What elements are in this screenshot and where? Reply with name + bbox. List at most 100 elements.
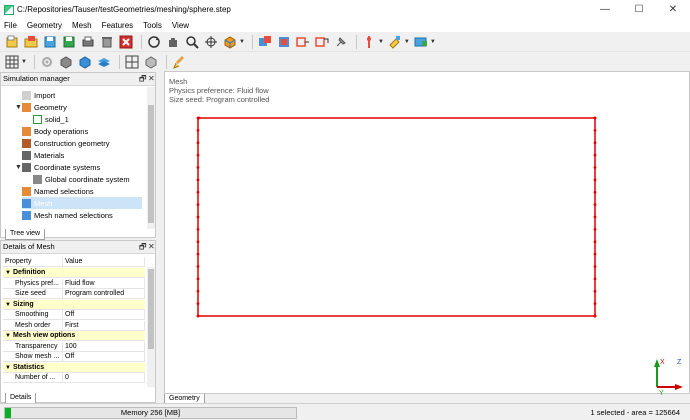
solid-blue-icon[interactable]	[77, 54, 93, 70]
save-icon[interactable]	[61, 34, 77, 50]
solid-icon	[33, 114, 42, 124]
screenshot-icon[interactable]	[413, 34, 429, 50]
property-name: Mesh order	[3, 320, 63, 331]
tree-item-mesh-named-selections[interactable]: Mesh named selections	[22, 209, 113, 221]
menu-features[interactable]: Features	[102, 21, 134, 30]
category-statistics[interactable]: ▼ Statistics	[3, 362, 145, 373]
fit-view-icon[interactable]	[203, 34, 219, 50]
collapse-arrow-icon[interactable]: ▼	[3, 300, 13, 309]
edge-point	[593, 141, 597, 145]
brush-icon[interactable]	[171, 54, 187, 70]
property-row[interactable]: Transparency 100	[3, 341, 145, 352]
select-arrow-icon[interactable]	[314, 34, 330, 50]
property-row[interactable]: Size seed Program controlled	[3, 289, 145, 299]
new-file-icon[interactable]	[4, 34, 20, 50]
grid-dropdown-arrow[interactable]: ▼	[21, 59, 27, 65]
open-file-icon[interactable]	[23, 34, 39, 50]
axis-triad: X Z Y	[654, 359, 683, 395]
tree-item-solid-1[interactable]: solid_1	[33, 113, 69, 125]
grid-icon[interactable]	[4, 54, 20, 70]
close-window-button[interactable]: ✕	[656, 0, 690, 19]
delete-icon[interactable]	[99, 34, 115, 50]
tab-tree-view[interactable]: Tree view	[5, 229, 46, 240]
edge-point	[593, 190, 597, 194]
property-value[interactable]: Off	[63, 310, 145, 320]
pin-icon[interactable]	[333, 34, 349, 50]
property-value[interactable]: 100	[63, 341, 145, 352]
toolbar-separator	[355, 34, 357, 49]
screenshot-dropdown-arrow[interactable]: ▼	[430, 39, 436, 45]
property-value[interactable]: Fluid flow	[63, 278, 145, 289]
property-row[interactable]: Number of ... 0	[3, 373, 145, 383]
layers-icon[interactable]	[96, 54, 112, 70]
minimize-button[interactable]: —	[588, 0, 622, 19]
collapse-arrow-icon[interactable]: ▼	[3, 268, 13, 277]
menu-tools[interactable]: Tools	[143, 21, 162, 30]
view-cube-icon[interactable]	[222, 34, 238, 50]
tree-item-mesh[interactable]: Mesh	[22, 197, 142, 209]
settings-icon[interactable]	[39, 54, 55, 70]
solid-gray-icon[interactable]	[58, 54, 74, 70]
property-value[interactable]: Program controlled	[63, 289, 145, 299]
category-definition[interactable]: ▼ Definition	[3, 268, 145, 278]
main-toolbar: ▼ ▼ ▼ ▼	[0, 32, 690, 52]
tree-item-global-coordinate-system[interactable]: Global coordinate system	[33, 173, 130, 185]
property-row[interactable]: Physics pref... Fluid flow	[3, 278, 145, 289]
close-panel-button[interactable]: ✕	[148, 73, 155, 85]
menu-geometry[interactable]: Geometry	[27, 21, 62, 30]
rotate-icon[interactable]	[146, 34, 162, 50]
select-edge-icon[interactable]	[295, 34, 311, 50]
print-icon[interactable]	[80, 34, 96, 50]
tree-item-geometry[interactable]: ▼ Geometry	[15, 101, 67, 113]
edge-point	[196, 141, 200, 145]
property-value[interactable]: 0	[63, 373, 145, 383]
highlight-icon[interactable]	[387, 34, 403, 50]
tree-item-coordinate-systems[interactable]: ▼ Coordinate systems	[15, 161, 100, 173]
menu-mesh[interactable]: Mesh	[72, 21, 92, 30]
select-box-icon[interactable]	[257, 34, 273, 50]
close-details-button[interactable]: ✕	[148, 241, 155, 253]
maximize-button[interactable]: ☐	[622, 0, 656, 19]
tree-item-import[interactable]: Import	[22, 89, 55, 101]
details-scrollbar-thumb[interactable]	[148, 269, 154, 349]
property-name: Number of ...	[3, 373, 63, 383]
tree-item-construction-geometry[interactable]: Construction geometry	[22, 137, 109, 149]
expand-arrow-icon[interactable]: ▼	[15, 104, 22, 111]
tree-scrollbar[interactable]	[147, 87, 155, 229]
tree-item-body-operations[interactable]: Body operations	[22, 125, 88, 137]
selected-face-outline[interactable]	[197, 117, 596, 317]
property-row[interactable]: Show mesh ... Off	[3, 352, 145, 362]
tree-item-named-selections[interactable]: Named selections	[22, 185, 94, 197]
geometry-viewport[interactable]: Mesh Physics preference: Fluid flow Size…	[164, 71, 690, 395]
view-dropdown-arrow[interactable]: ▼	[239, 39, 245, 45]
property-value[interactable]: Off	[63, 352, 145, 362]
property-row[interactable]: Mesh order First	[3, 320, 145, 331]
zoom-icon[interactable]	[184, 34, 200, 50]
select-face-icon[interactable]	[276, 34, 292, 50]
details-scrollbar[interactable]	[147, 267, 155, 387]
tree-item-materials[interactable]: Materials	[22, 149, 64, 161]
probe-icon[interactable]	[361, 34, 377, 50]
mesh-outline[interactable]	[165, 72, 690, 395]
menu-file[interactable]: File	[4, 21, 17, 30]
pan-hand-icon[interactable]	[165, 34, 181, 50]
collapse-arrow-icon[interactable]: ▼	[3, 331, 13, 340]
menu-view[interactable]: View	[172, 21, 189, 30]
collapse-arrow-icon[interactable]: ▼	[3, 363, 13, 372]
wireframe-icon[interactable]	[124, 54, 140, 70]
shaded-icon[interactable]	[143, 54, 159, 70]
coordinate-systems-icon	[22, 162, 31, 172]
property-row[interactable]: Smoothing Off	[3, 310, 145, 320]
edge-point	[196, 215, 200, 219]
float-panel-button[interactable]: 🗗	[139, 73, 147, 85]
import-icon[interactable]	[42, 34, 58, 50]
highlight-dropdown-arrow[interactable]: ▼	[404, 39, 410, 45]
property-value[interactable]: First	[63, 320, 145, 331]
category-mesh-view-options[interactable]: ▼ Mesh view options	[3, 331, 145, 341]
tree-scrollbar-thumb[interactable]	[148, 105, 154, 223]
category-sizing[interactable]: ▼ Sizing	[3, 299, 145, 310]
probe-dropdown-arrow[interactable]: ▼	[378, 39, 384, 45]
expand-arrow-icon[interactable]: ▼	[15, 164, 22, 171]
float-details-button[interactable]: 🗗	[139, 241, 147, 253]
close-red-icon[interactable]	[118, 34, 134, 50]
